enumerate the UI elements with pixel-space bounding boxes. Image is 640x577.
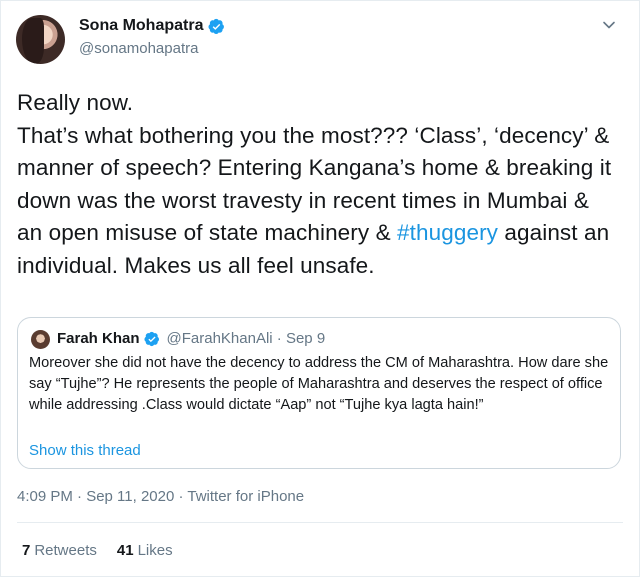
chevron-down-icon[interactable] [601,17,617,33]
retweets-label: Retweets [34,542,97,559]
avatar[interactable] [16,15,65,64]
tweet-card: Sona Mohapatra @sonamohapatra Really now… [0,0,640,577]
divider [17,522,623,523]
hashtag-link[interactable]: #thuggery [397,220,498,245]
author-display-name[interactable]: Sona Mohapatra [79,17,203,35]
quoted-tweet[interactable]: Farah Khan @FarahKhanAli · Sep 9 Moreove… [17,317,621,469]
quoted-handle-date[interactable]: @FarahKhanAli · Sep 9 [167,330,326,347]
show-thread-link[interactable]: Show this thread [29,442,141,459]
tweet-stats: 7 Retweets 41 Likes [22,542,173,559]
author-handle[interactable]: @sonamohapatra [79,40,198,57]
quoted-text: Moreover she did not have the decency to… [29,355,609,413]
tweet-timestamp[interactable]: 4:09 PM · Sep 11, 2020 · Twitter for iPh… [17,488,304,505]
likes-stat[interactable]: 41 Likes [117,542,173,559]
quoted-display-name[interactable]: Farah Khan [57,330,140,347]
likes-label: Likes [137,542,173,559]
likes-count: 41 [116,542,134,559]
quoted-header: Farah Khan @FarahKhanAli · Sep 9 [57,330,325,347]
author-name-row[interactable]: Sona Mohapatra [79,17,225,35]
quoted-avatar[interactable] [31,330,50,349]
retweets-stat[interactable]: 7 Retweets [22,542,97,559]
verified-badge-icon [208,18,225,34]
retweets-count: 7 [22,542,31,559]
tweet-text: Really now. That’s what bothering you th… [17,87,617,282]
verified-badge-icon [143,331,159,346]
